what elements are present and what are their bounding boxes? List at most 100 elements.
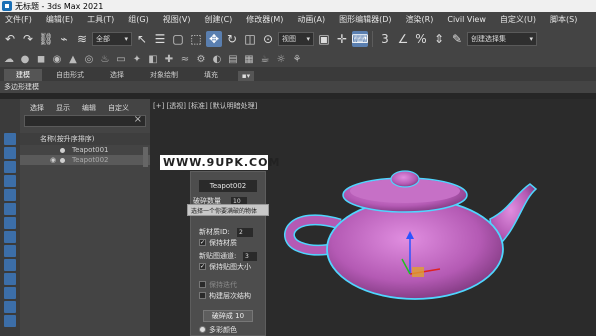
tab-modeling[interactable]: 建模 <box>4 69 42 81</box>
selection-filter-value: 全部 <box>96 35 110 43</box>
cylinder-icon[interactable]: ◉ <box>51 53 63 65</box>
menu-scripting[interactable]: 脚本(S) <box>545 14 586 25</box>
display-geometry-icon[interactable] <box>4 147 16 159</box>
material-id-spinner[interactable]: 2 <box>237 228 253 237</box>
env-icon[interactable]: ☼ <box>275 53 287 65</box>
select-and-move-icon[interactable]: ✥ <box>206 31 222 47</box>
explorer-column-header[interactable]: 名称(按升序排序) <box>20 133 150 145</box>
spinner-snap-icon[interactable]: ⇕ <box>431 31 447 47</box>
map-channel-spinner[interactable]: 3 <box>243 252 257 261</box>
menu-animation[interactable]: 动画(A) <box>292 14 334 25</box>
percent-snap-icon[interactable]: % <box>413 31 429 47</box>
menu-views[interactable]: 视图(V) <box>158 14 200 25</box>
display-helpers-icon[interactable] <box>4 203 16 215</box>
system-icon[interactable]: ⚙ <box>195 53 207 65</box>
list-item[interactable]: ◉ Teapot002 <box>20 155 150 165</box>
rectangular-selection-icon[interactable]: ▢ <box>170 31 186 47</box>
redo-icon[interactable]: ↷ <box>20 31 36 47</box>
sphere-icon[interactable]: ● <box>19 53 31 65</box>
select-and-rotate-icon[interactable]: ↻ <box>224 31 240 47</box>
menu-create[interactable]: 创建(C) <box>199 14 241 25</box>
edit-named-selection-icon[interactable]: ✎ <box>449 31 465 47</box>
menu-rendering[interactable]: 渲染(R) <box>401 14 443 25</box>
selection-filter-dropdown[interactable]: 全部 ▾ <box>92 32 132 46</box>
material-editor-icon[interactable]: ◐ <box>211 53 223 65</box>
menu-graph-editors[interactable]: 图形编辑器(D) <box>334 14 400 25</box>
polygon-modeling-label[interactable]: 多边形建模 <box>0 82 39 92</box>
display-none-icon[interactable] <box>4 133 16 145</box>
display-containers-icon[interactable] <box>4 273 16 285</box>
plane-icon[interactable]: ▭ <box>115 53 127 65</box>
object-name-field[interactable]: Teapot002 <box>199 180 257 192</box>
clear-search-icon[interactable]: × <box>134 114 142 125</box>
angle-snap-icon[interactable]: ∠ <box>395 31 411 47</box>
select-by-name-icon[interactable]: ☰ <box>152 31 168 47</box>
pivot-center-icon[interactable]: ▣ <box>316 31 332 47</box>
explorer-menu-edit[interactable]: 编辑 <box>82 103 96 115</box>
keyboard-shortcut-override-icon[interactable]: ⌨ <box>351 31 369 47</box>
menu-civil-view[interactable]: Civil View <box>442 15 495 24</box>
display-cameras-icon[interactable] <box>4 189 16 201</box>
ribbon-options-icon[interactable]: ▪▾ <box>238 71 254 81</box>
display-frozen-icon[interactable] <box>4 287 16 299</box>
tab-freeform[interactable]: 自由形式 <box>44 69 96 81</box>
multi-color-radio[interactable] <box>199 326 206 333</box>
snap-toggle-icon[interactable]: 3 <box>377 31 393 47</box>
cone-icon[interactable]: ▲ <box>67 53 79 65</box>
explorer-menu-customize[interactable]: 自定义 <box>108 103 129 115</box>
display-warps-icon[interactable] <box>4 217 16 229</box>
teapot-icon[interactable]: ♨ <box>99 53 111 65</box>
explorer-search-input[interactable]: × <box>24 114 146 127</box>
display-all-icon[interactable] <box>4 315 16 327</box>
display-groups-icon[interactable] <box>4 231 16 243</box>
undo-icon[interactable]: ↶ <box>2 31 18 47</box>
display-bones-icon[interactable] <box>4 259 16 271</box>
menu-file[interactable]: 文件(F) <box>0 14 41 25</box>
eye-icon[interactable]: ◉ <box>50 156 56 164</box>
new-map-channel-label: 新贴图通道: <box>199 252 237 260</box>
named-selection-dropdown[interactable]: 创建选择集 ▾ <box>467 32 537 46</box>
render-icon[interactable]: ☕ <box>259 53 271 65</box>
tab-populate[interactable]: 填充 <box>192 69 230 81</box>
box-icon[interactable]: ◼ <box>35 53 47 65</box>
explorer-menu-display[interactable]: 显示 <box>56 103 70 115</box>
place-icon[interactable]: ⊙ <box>260 31 276 47</box>
keep-material-checkbox[interactable]: ✓ <box>199 239 206 246</box>
scrollbar[interactable] <box>143 147 148 167</box>
display-shapes-icon[interactable] <box>4 161 16 173</box>
gizmo-plane-handle[interactable] <box>412 267 424 277</box>
fracture-button[interactable]: 破碎成 10 <box>203 310 253 322</box>
select-manipulate-icon[interactable]: ✛ <box>334 31 350 47</box>
light-icon[interactable]: ✦ <box>131 53 143 65</box>
tab-object-paint[interactable]: 对象绘制 <box>138 69 190 81</box>
menu-customize[interactable]: 自定义(U) <box>495 14 545 25</box>
select-object-icon[interactable]: ↖ <box>134 31 150 47</box>
explorer-menu-select[interactable]: 选择 <box>30 103 44 115</box>
menu-modifiers[interactable]: 修改器(M) <box>241 14 292 25</box>
tab-selection[interactable]: 选择 <box>98 69 136 81</box>
window-crossing-icon[interactable]: ⬚ <box>188 31 204 47</box>
cloud-icon[interactable]: ☁ <box>3 53 15 65</box>
menu-tools[interactable]: 工具(T) <box>82 14 123 25</box>
bind-space-warp-icon[interactable]: ≋ <box>74 31 90 47</box>
select-and-scale-icon[interactable]: ◫ <box>242 31 258 47</box>
list-item[interactable]: Teapot001 <box>20 145 150 155</box>
unlink-icon[interactable]: ⌁ <box>56 31 72 47</box>
scene-icon[interactable]: ⚘ <box>291 53 303 65</box>
display-xrefs-icon[interactable] <box>4 245 16 257</box>
reference-coordinate-dropdown[interactable]: 视图 ▾ <box>278 32 314 46</box>
menu-edit[interactable]: 编辑(E) <box>41 14 82 25</box>
keep-iterations-checkbox[interactable] <box>199 281 206 288</box>
camera-icon[interactable]: ◧ <box>147 53 159 65</box>
build-hierarchy-checkbox[interactable] <box>199 292 206 299</box>
space-warp-icon[interactable]: ≈ <box>179 53 191 65</box>
render-frame-icon[interactable]: ▦ <box>243 53 255 65</box>
link-icon[interactable]: ⛓ <box>38 31 54 47</box>
display-lights-icon[interactable] <box>4 175 16 187</box>
helper-icon[interactable]: ✚ <box>163 53 175 65</box>
menu-group[interactable]: 组(G) <box>123 14 157 25</box>
render-setup-icon[interactable]: ▤ <box>227 53 239 65</box>
display-hidden-icon[interactable] <box>4 301 16 313</box>
keep-map-size-checkbox[interactable]: ✓ <box>199 263 206 270</box>
torus-icon[interactable]: ◎ <box>83 53 95 65</box>
